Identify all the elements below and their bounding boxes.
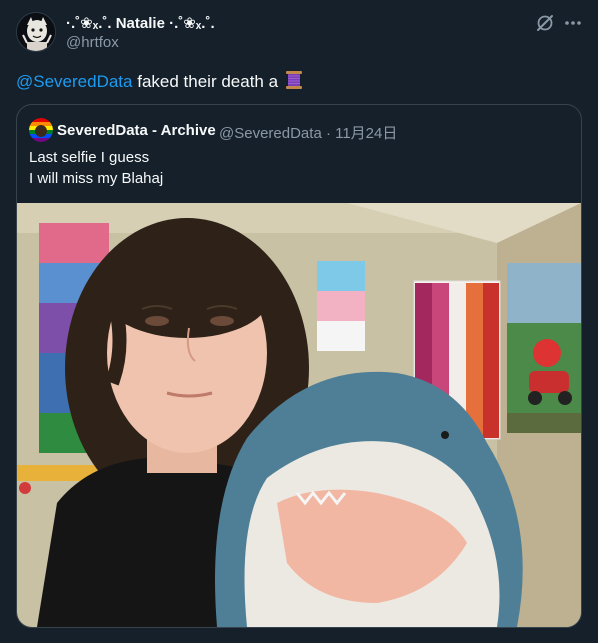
author-avatar[interactable]	[16, 12, 56, 52]
trans-flag	[317, 261, 365, 351]
mention-link[interactable]: @SeveredData	[16, 72, 133, 91]
tweet-text-body: faked their death a	[132, 72, 279, 91]
quoted-author-name[interactable]: SeveredData - Archive	[57, 122, 216, 139]
tweet-text: @SeveredData faked their death a	[16, 70, 303, 95]
quoted-tweet[interactable]: SeveredData - Archive @SeveredData · 11月…	[16, 104, 582, 628]
quoted-text-line-1: Last selfie I guess	[29, 149, 150, 166]
spool-of-thread-icon	[285, 70, 303, 95]
selfie-photo[interactable]	[17, 203, 581, 627]
grok-icon[interactable]	[535, 13, 555, 33]
more-options-icon[interactable]	[563, 13, 583, 33]
tweet: ·.˚❀ₓ.˚. Natalie ·.˚❀ₓ.˚. @hrtfox @Sever…	[0, 0, 598, 643]
author-name[interactable]: ·.˚❀ₓ.˚. Natalie ·.˚❀ₓ.˚.	[66, 14, 215, 32]
quoted-text-line-2: I will miss my Blahaj	[29, 170, 164, 187]
quoted-author-avatar[interactable]	[29, 118, 53, 142]
mario-kart-poster	[507, 263, 581, 433]
quoted-meta[interactable]: @SeveredData · 11月24日	[219, 122, 397, 143]
author-handle[interactable]: @hrtfox	[66, 34, 119, 51]
